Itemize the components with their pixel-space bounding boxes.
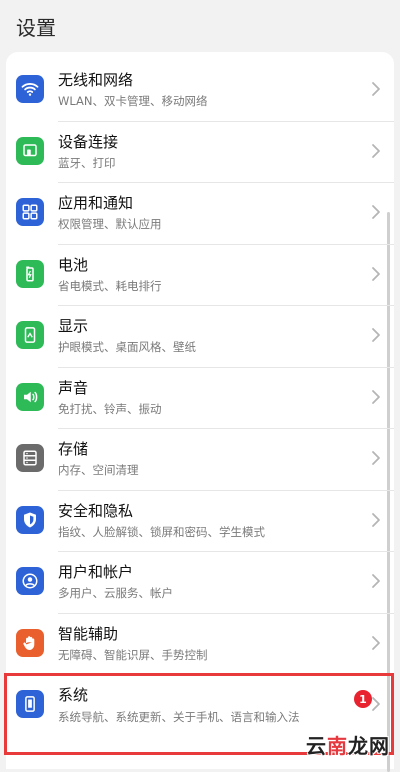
page-title: 设置 (16, 15, 56, 40)
watermark-part: 龙网 (348, 734, 390, 758)
chevron-right-icon (370, 573, 382, 589)
settings-item-subtitle: 免打扰、铃声、振动 (58, 401, 162, 416)
chevron-right-icon (370, 450, 382, 466)
settings-item-display[interactable]: 显示护眼模式、桌面风格、壁纸 (6, 306, 394, 368)
settings-item-title: 无线和网络 (58, 71, 134, 89)
settings-item-title: 显示 (58, 317, 89, 335)
chevron-right-icon (370, 512, 382, 528)
settings-item-texts: 无线和网络 WLAN、双卡管理、移动网络 (58, 70, 350, 110)
chevron-right-icon (370, 266, 382, 282)
settings-item-sound[interactable]: 声音免打扰、铃声、振动 (6, 368, 394, 429)
speaker-icon (16, 382, 44, 411)
display-icon (16, 321, 44, 349)
watermark-part: 南 (327, 734, 348, 758)
settings-item-subtitle: 蓝牙、打印 (58, 155, 116, 170)
settings-item-accounts[interactable]: 用户和帐户多用户、云服务、帐户 (6, 552, 394, 614)
settings-item-title: 系统 (58, 686, 89, 704)
settings-item-title: 智能辅助 (58, 624, 119, 643)
settings-item-subtitle: 无障碍、智能识屏、手势控制 (58, 647, 208, 662)
hand-icon (16, 628, 44, 657)
chevron-right-icon (370, 81, 382, 97)
settings-item-battery[interactable]: 电池省电模式、耗电排行 (6, 245, 394, 306)
settings-item-subtitle: WLAN、双卡管理、移动网络 (58, 94, 208, 108)
chevron-right-icon (370, 696, 382, 712)
device-connect-icon (16, 136, 44, 165)
settings-item-title: 声音 (58, 378, 89, 397)
settings-item-security[interactable]: 安全和隐私指纹、人脸解锁、锁屏和密码、学生模式 (6, 491, 394, 552)
storage-icon (16, 444, 44, 472)
settings-item-texts: 声音免打扰、铃声、振动 (58, 378, 350, 418)
settings-item-apps[interactable]: 应用和通知权限管理、默认应用 (6, 183, 394, 245)
settings-item-texts: 存储 内存、空间清理 (58, 439, 350, 479)
settings-item-texts: 电池省电模式、耗电排行 (58, 255, 350, 295)
chevron-right-icon (370, 389, 382, 405)
settings-item-title: 存储 (58, 440, 89, 458)
settings-item-texts: 安全和隐私指纹、人脸解锁、锁屏和密码、学生模式 (58, 501, 350, 541)
settings-item-subtitle: 内存、空间清理 (58, 463, 139, 477)
settings-item-texts: 用户和帐户多用户、云服务、帐户 (58, 562, 350, 602)
settings-card: 无线和网络 WLAN、双卡管理、移动网络设备连接蓝牙、打印应用和通知权限管理、默认… (4, 52, 394, 772)
settings-item-texts: 设备连接 蓝牙、打印 (58, 132, 350, 172)
settings-item-accessibility[interactable]: 智能辅助无障碍、智能识屏、手势控制 (6, 614, 394, 675)
settings-item-title: 用户和帐户 (58, 563, 134, 581)
settings-item-texts: 系统系统导航、系统更新、关于手机、语言和输入法 (58, 685, 350, 727)
user-icon (16, 567, 44, 595)
settings-item-title: 电池 (58, 255, 89, 274)
chevron-right-icon (370, 204, 382, 220)
chevron-right-icon (370, 635, 382, 651)
battery-icon (16, 259, 44, 288)
settings-item-storage[interactable]: 存储 内存、空间清理 (6, 429, 394, 491)
settings-item-subtitle: 多用户、云服务、帐户 (58, 586, 173, 600)
settings-item-subtitle: 指纹、人脸解锁、锁屏和密码、学生模式 (58, 524, 265, 539)
apps-grid-icon (16, 198, 44, 226)
settings-item-device[interactable]: 设备连接 蓝牙、打印 (6, 122, 394, 183)
settings-item-subtitle: 护眼模式、桌面风格、壁纸 (58, 340, 196, 354)
settings-item-title: 应用和通知 (58, 194, 134, 212)
shield-icon (16, 505, 44, 534)
settings-item-texts: 显示护眼模式、桌面风格、壁纸 (58, 316, 350, 356)
settings-item-subtitle: 系统导航、系统更新、关于手机、语言和输入法 (58, 710, 300, 724)
settings-item-subtitle: 权限管理、默认应用 (58, 217, 162, 231)
settings-item-title: 设备连接 (58, 132, 119, 151)
settings-list: 无线和网络 WLAN、双卡管理、移动网络设备连接蓝牙、打印应用和通知权限管理、默认… (4, 60, 394, 755)
watermark: 云南龙网 (306, 730, 390, 759)
watermark-part: 云 (306, 734, 327, 758)
settings-item-texts: 智能辅助无障碍、智能识屏、手势控制 (58, 624, 350, 664)
settings-item-texts: 应用和通知权限管理、默认应用 (58, 193, 350, 233)
chevron-right-icon (370, 143, 382, 159)
wifi-icon (16, 75, 44, 103)
settings-item-subtitle: 省电模式、耗电排行 (58, 278, 162, 293)
settings-item-title: 安全和隐私 (58, 501, 134, 520)
chevron-right-icon (370, 327, 382, 343)
settings-item-wlan[interactable]: 无线和网络 WLAN、双卡管理、移动网络 (6, 60, 394, 122)
phone-icon (16, 690, 44, 718)
